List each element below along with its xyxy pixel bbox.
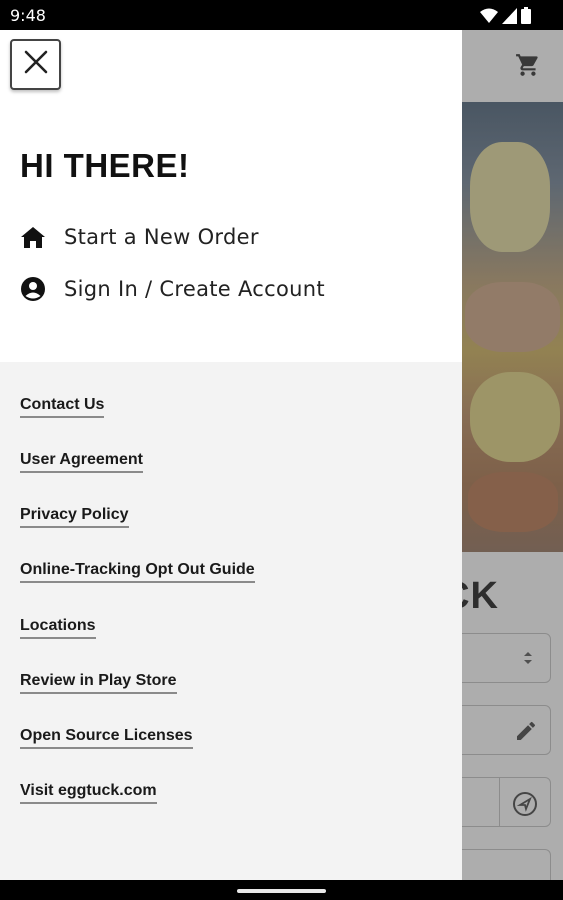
signal-icon (502, 7, 517, 29)
home-icon (20, 224, 46, 250)
close-icon (23, 49, 49, 80)
account-circle-icon (20, 276, 46, 302)
wifi-icon (480, 8, 498, 29)
visit-website-link[interactable]: Visit eggtuck.com (20, 782, 157, 804)
tracking-opt-out-link[interactable]: Online-Tracking Opt Out Guide (20, 561, 255, 583)
review-play-store-link[interactable]: Review in Play Store (20, 672, 177, 694)
status-time: 9:48 (10, 6, 46, 25)
status-bar: 9:48 (0, 0, 563, 30)
user-agreement-link[interactable]: User Agreement (20, 451, 144, 473)
locations-link[interactable]: Locations (20, 617, 96, 639)
privacy-policy-link[interactable]: Privacy Policy (20, 506, 129, 528)
greeting-title: HI THERE! (20, 147, 190, 184)
drawer-header: HI THERE! Start a New Order Sign In / Cr… (0, 30, 462, 362)
start-new-order-item[interactable]: Start a New Order (20, 222, 259, 252)
navigation-drawer: HI THERE! Start a New Order Sign In / Cr… (0, 30, 462, 880)
battery-icon (521, 7, 531, 29)
sign-in-item[interactable]: Sign In / Create Account (20, 274, 325, 304)
start-new-order-label: Start a New Order (64, 225, 259, 249)
system-nav-bar (0, 880, 563, 900)
sign-in-label: Sign In / Create Account (64, 277, 325, 301)
close-button[interactable] (10, 39, 61, 90)
home-gesture-pill[interactable] (237, 889, 326, 893)
contact-us-link[interactable]: Contact Us (20, 396, 105, 418)
open-source-licenses-link[interactable]: Open Source Licenses (20, 727, 193, 749)
status-icons (480, 7, 531, 29)
